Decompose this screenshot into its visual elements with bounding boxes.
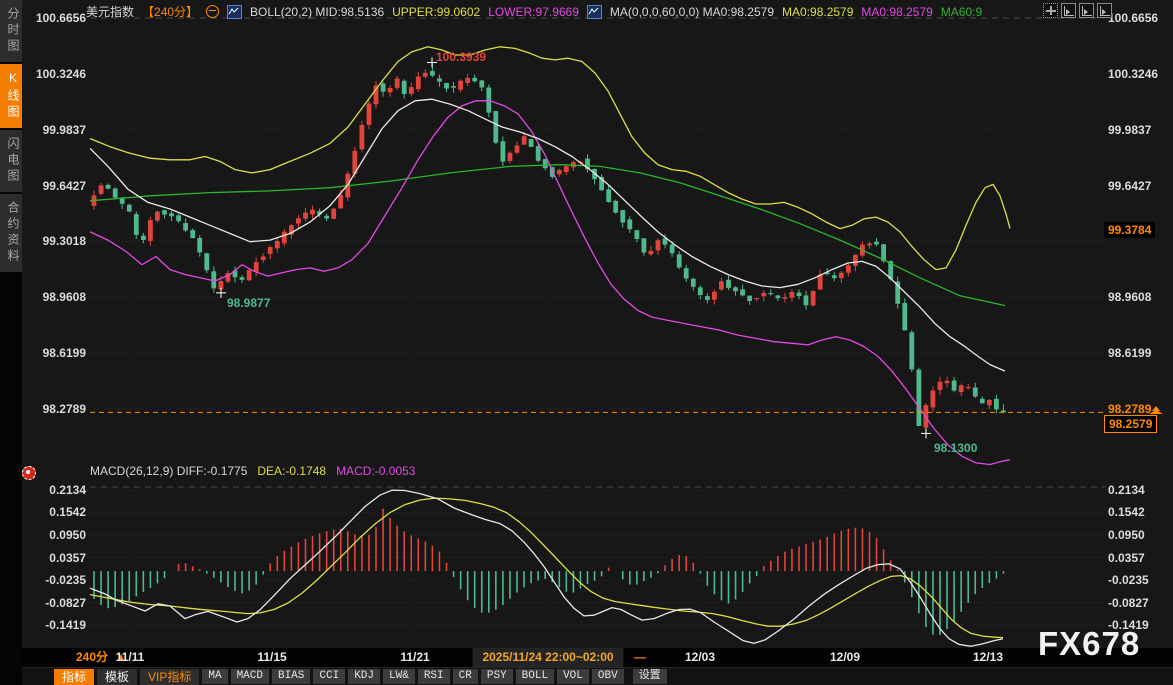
axis-tick-label: 98.2789 [1108,402,1151,416]
axis-tick-label: 98.9608 [24,290,86,304]
axis-tick-label: 0.2134 [1108,483,1145,497]
symbol-title: 美元指数 [86,3,134,20]
axis-tick-label: 100.3246 [24,67,86,81]
date-label: 12/09 [830,648,860,667]
app-window: 分时图 K线图 闪电图 合约资料 美元指数 【240分】 BOLL(20,2) … [0,0,1173,685]
axis-tick-label: 0.0357 [1108,551,1145,565]
axis-tick-label: 100.6656 [1108,11,1158,25]
macd-chart[interactable] [90,480,1105,648]
settings-button[interactable]: 设置 [633,669,667,684]
sidebar-item-time-chart[interactable]: 分时图 [0,0,22,62]
axis-scale-left-icon[interactable] [1061,3,1076,18]
sidebar-item-flash-chart[interactable]: 闪电图 [0,130,22,192]
date-label: 12/03 [685,648,715,667]
annotation-high: 100.3939 [436,50,486,64]
ma0-yellow-value: MA0:98.2579 [782,5,853,19]
axis-tick-label: -0.0827 [24,596,86,610]
indicator-button-kdj[interactable]: KDJ [348,669,380,684]
current-price-marker: 98.2579 [1104,415,1157,433]
axis-scale-right-icon[interactable] [1079,3,1094,18]
indicator-button-obv[interactable]: OBV [592,669,624,684]
indicator-button-boll[interactable]: BOLL [516,669,554,684]
axis-tick-label: 0.0357 [24,551,86,565]
pane-expand-icon[interactable] [1097,3,1112,18]
sidebar-item-contract-info[interactable]: 合约资料 [0,194,22,272]
boll-indicator-icon[interactable] [227,5,242,19]
indicator-button-lw[interactable]: LW& [383,669,415,684]
axis-tick-label: 0.1542 [24,505,86,519]
axis-tick-label: 99.9837 [24,123,86,137]
date-label: 12/13 [973,648,1003,667]
period-button[interactable]: 240分 [76,648,108,667]
indicator-button-ma[interactable]: MA [202,669,227,684]
crosshair-move-icon[interactable] [1043,3,1058,18]
indicator-button-macd[interactable]: MACD [231,669,269,684]
tab-vip-indicator[interactable]: VIP指标 [140,669,199,685]
annotation-low1: 98.9877 [227,296,270,310]
selected-candle-datetime: 2025/11/24 22:00~02:00 [472,648,623,667]
indicator-toolbar: 指标 模板 VIP指标 MA MACDBIASCCIKDJLW&RSICRPSYB… [22,667,1173,685]
period-label: 【240分】 [142,3,198,20]
ma60-value: MA60:9 [941,5,982,19]
axis-tick-label: -0.1419 [24,618,86,632]
ma0-magenta-value: MA0:98.2579 [861,5,932,19]
axis-tick-label: 98.9608 [1108,290,1151,304]
date-label: 11/21 [400,648,429,667]
indicator-button-cr[interactable]: CR [453,669,478,684]
axis-tick-label: -0.0235 [1108,573,1149,587]
axis-tick-label: 0.2134 [24,483,86,497]
axis-tick-label: -0.0235 [24,573,86,587]
axis-tick-label: 99.9837 [1108,123,1151,137]
axis-tick-label: 99.3018 [24,234,86,248]
axis-tick-label: 100.3246 [1108,67,1158,81]
axis-tick-label: 99.6427 [1108,179,1151,193]
collapse-icon[interactable] [206,5,219,18]
datetime-dash: — [634,648,646,667]
axis-tick-label: 100.6656 [24,11,86,25]
ma-indicator-icon[interactable] [587,5,602,19]
boll-upper-value: UPPER:99.0602 [392,5,480,19]
indicator-button-psy[interactable]: PSY [481,669,513,684]
chart-header: 美元指数 【240分】 BOLL(20,2) MID:98.5136 UPPER… [86,4,982,19]
axis-tick-label: 98.6199 [1108,346,1151,360]
macd-dea-value: DEA:-0.1748 [257,464,326,478]
brand-watermark: FX678 [1038,625,1140,663]
axis-tick-label: 98.2789 [24,402,86,416]
annotation-low2: 98.1300 [934,441,977,455]
chart-tool-icons [1043,3,1112,18]
indicator-button-cci[interactable]: CCI [313,669,345,684]
axis-tick-label: 98.6199 [24,346,86,360]
indicator-button-rsi[interactable]: RSI [418,669,450,684]
axis-tick-label: -0.0827 [1108,596,1149,610]
indicator-buttons: MA MACDBIASCCIKDJLW&RSICRPSYBOLLVOLOBV [202,669,626,684]
axis-tick-label: 0.0950 [1108,528,1145,542]
axis-tick-label: 99.6427 [24,179,86,193]
price-chart[interactable] [90,0,1105,474]
date-label: 11/11 [116,648,145,667]
alert-sun-icon[interactable] [22,466,36,480]
ma-values: MA(0,0,0,60,0,0) MA0:98.2579 [610,5,774,19]
sidebar: 分时图 K线图 闪电图 合约资料 [0,0,22,685]
tab-template[interactable]: 模板 [97,669,137,685]
macd-header: MACD(26,12,9) DIFF:-0.1775 DEA:-0.1748 M… [90,463,415,478]
macd-hist-value: MACD:-0.0053 [336,464,415,478]
tab-indicator[interactable]: 指标 [54,669,94,685]
price-arrow-icon [1149,402,1163,414]
sidebar-item-kline-chart[interactable]: K线图 [0,64,22,128]
axis-tick-label: 0.0950 [24,528,86,542]
boll-values: BOLL(20,2) MID:98.5136 [250,5,384,19]
axis-tick-label: 0.1542 [1108,505,1145,519]
upper-band-price-marker: 99.3784 [1104,222,1155,238]
boll-lower-value: LOWER:97.9669 [488,5,579,19]
date-label: 11/15 [257,648,286,667]
indicator-button-vol[interactable]: VOL [557,669,589,684]
indicator-button-bias[interactable]: BIAS [272,669,310,684]
macd-diff-value: MACD(26,12,9) DIFF:-0.1775 [90,464,247,478]
